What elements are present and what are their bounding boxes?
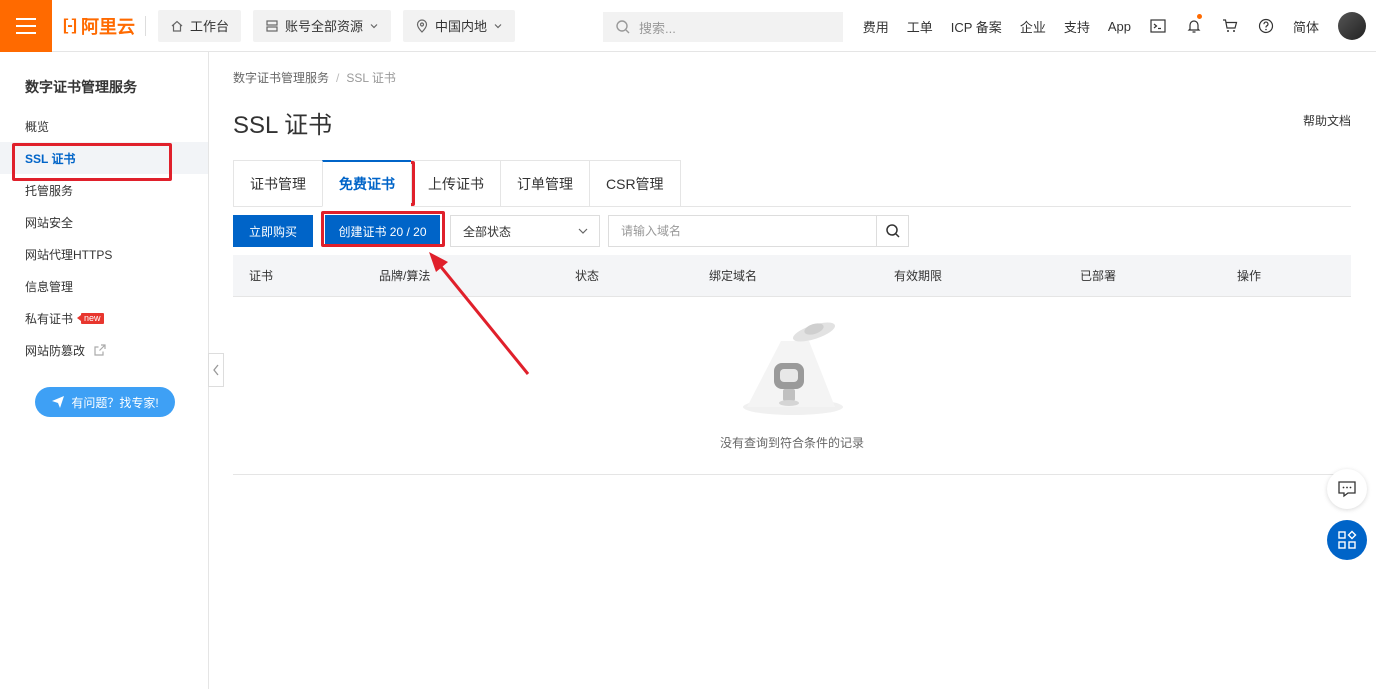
nav-link-support[interactable]: 支持 bbox=[1055, 17, 1099, 36]
account-resources-label: 账号全部资源 bbox=[285, 19, 364, 34]
ask-expert-label: 有问题？找专家! bbox=[71, 395, 159, 410]
help-button[interactable] bbox=[1248, 0, 1284, 52]
nav-link-enterprise[interactable]: 企业 bbox=[1011, 17, 1055, 36]
sidebar-item-label: 私有证书 bbox=[25, 311, 74, 326]
aliyun-logo-icon: [-] bbox=[63, 16, 77, 34]
empty-state-message: 没有查询到符合条件的记录 bbox=[719, 436, 864, 450]
status-filter-value: 全部状态 bbox=[463, 224, 512, 239]
top-nav-right: 费用 工单 ICP 备案 企业 支持 App 简体 bbox=[854, 0, 1366, 52]
workbench-button[interactable]: 工作台 bbox=[157, 9, 241, 42]
domain-search-button[interactable] bbox=[876, 215, 909, 247]
status-filter-select[interactable]: 全部状态 bbox=[450, 215, 600, 247]
sidebar-item-label: 网站安全 bbox=[25, 215, 74, 230]
sidebar-item-label: 托管服务 bbox=[25, 183, 74, 198]
column-header-deployed: 已部署 bbox=[1080, 269, 1117, 283]
region-label: 中国内地 bbox=[435, 19, 488, 34]
sidebar-item-overview[interactable]: 概览 bbox=[0, 110, 208, 142]
nav-link-ticket[interactable]: 工单 bbox=[898, 17, 942, 36]
workbench-label: 工作台 bbox=[189, 19, 229, 34]
home-icon bbox=[171, 20, 183, 32]
column-header-bound-domain: 绑定域名 bbox=[709, 269, 758, 283]
sidebar-item-ssl-certificate[interactable]: SSL 证书 bbox=[0, 142, 208, 174]
region-dropdown[interactable]: 中国内地 bbox=[403, 9, 516, 42]
page-title: SSL 证书 bbox=[233, 112, 333, 139]
sidebar-item-proxy-https[interactable]: 网站代理HTTPS bbox=[0, 238, 208, 270]
ask-expert-button[interactable]: 有问题？找专家! bbox=[35, 387, 175, 417]
buy-now-button[interactable]: 立即购买 bbox=[233, 215, 313, 247]
empty-state: 没有查询到符合条件的记录 bbox=[233, 297, 1351, 475]
chevron-down-icon bbox=[370, 23, 378, 28]
nav-link-app[interactable]: App bbox=[1099, 19, 1140, 34]
breadcrumb-separator: / bbox=[336, 71, 340, 85]
terminal-icon bbox=[1150, 19, 1166, 33]
paper-plane-icon bbox=[52, 396, 65, 408]
column-header-actions: 操作 bbox=[1237, 269, 1262, 283]
notification-dot bbox=[1196, 14, 1202, 19]
server-icon bbox=[266, 19, 278, 32]
sidebar-collapse-button[interactable] bbox=[208, 353, 224, 387]
column-header-status: 状态 bbox=[575, 269, 600, 283]
brand-logo[interactable]: [-] 阿里云 bbox=[63, 13, 135, 39]
global-search-input[interactable]: 搜索... bbox=[603, 12, 843, 42]
sidebar-item-tamper-protection[interactable]: 网站防篡改 bbox=[0, 334, 208, 366]
sidebar-title: 数字证书管理服务 bbox=[25, 79, 137, 95]
notifications-button[interactable] bbox=[1176, 0, 1212, 52]
new-badge: new bbox=[77, 312, 104, 324]
chevron-down-icon bbox=[578, 228, 588, 234]
create-certificate-button[interactable]: 创建证书 20 / 20 bbox=[325, 215, 440, 247]
column-header-certificate: 证书 bbox=[249, 269, 274, 283]
apps-grid-icon bbox=[1338, 530, 1357, 549]
breadcrumb: 数字证书管理服务 / SSL 证书 bbox=[233, 69, 396, 86]
search-icon bbox=[885, 224, 900, 238]
sidebar-item-label: SSL 证书 bbox=[25, 151, 76, 166]
domain-search-input[interactable] bbox=[608, 215, 876, 247]
search-placeholder: 搜索... bbox=[639, 20, 676, 36]
column-header-validity: 有效期限 bbox=[894, 269, 943, 283]
hamburger-menu-button[interactable] bbox=[0, 0, 52, 52]
question-circle-icon bbox=[1258, 18, 1274, 34]
external-link-icon bbox=[94, 344, 106, 356]
language-switch[interactable]: 简体 bbox=[1284, 17, 1328, 36]
cart-button[interactable] bbox=[1212, 0, 1248, 52]
tab-csr-management[interactable]: CSR管理 bbox=[589, 160, 681, 207]
chat-bubble-icon bbox=[1338, 481, 1356, 498]
divider bbox=[144, 15, 146, 36]
sidebar-item-private-certificate[interactable]: 私有证书 new bbox=[0, 302, 208, 334]
sidebar-item-label: 网站代理HTTPS bbox=[25, 247, 113, 262]
avatar[interactable] bbox=[1338, 12, 1366, 40]
apps-float-button[interactable] bbox=[1327, 520, 1367, 560]
sidebar-item-label: 信息管理 bbox=[25, 279, 74, 294]
tab-free-certificate[interactable]: 免费证书 bbox=[322, 160, 411, 207]
sidebar-item-hosting[interactable]: 托管服务 bbox=[0, 174, 208, 206]
breadcrumb-item[interactable]: 数字证书管理服务 bbox=[233, 71, 329, 85]
chat-float-button[interactable] bbox=[1327, 469, 1367, 509]
nav-link-icp[interactable]: ICP 备案 bbox=[942, 17, 1011, 36]
sidebar: 数字证书管理服务 概览 SSL 证书 托管服务 网站安全 网站代理HTTPS 信… bbox=[0, 52, 209, 689]
tab-upload-certificate[interactable]: 上传证书 bbox=[411, 160, 500, 207]
brand-name: 阿里云 bbox=[80, 16, 135, 37]
sidebar-item-label: 网站防篡改 bbox=[25, 343, 86, 358]
sidebar-item-website-security[interactable]: 网站安全 bbox=[0, 206, 208, 238]
tab-certificate-management[interactable]: 证书管理 bbox=[233, 160, 322, 207]
chevron-down-icon bbox=[494, 23, 502, 28]
chevron-left-icon bbox=[213, 364, 219, 376]
cloud-shell-button[interactable] bbox=[1140, 0, 1176, 52]
search-icon bbox=[616, 20, 630, 34]
cart-icon bbox=[1222, 19, 1238, 32]
breadcrumb-current: SSL 证书 bbox=[346, 71, 396, 85]
help-doc-link[interactable]: 帮助文档 bbox=[1303, 112, 1351, 129]
nav-link-billing[interactable]: 费用 bbox=[854, 17, 898, 36]
column-header-brand-algorithm: 品牌/算法 bbox=[379, 269, 431, 283]
bell-icon bbox=[1187, 20, 1201, 33]
sidebar-item-info-management[interactable]: 信息管理 bbox=[0, 270, 208, 302]
sidebar-item-label: 概览 bbox=[25, 119, 50, 134]
table-header: 证书 品牌/算法 状态 绑定域名 有效期限 已部署 操作 bbox=[233, 255, 1351, 297]
location-pin-icon bbox=[416, 18, 428, 33]
account-resources-dropdown[interactable]: 账号全部资源 bbox=[253, 9, 392, 42]
empty-ufo-illustration bbox=[743, 322, 843, 415]
tab-bar: 证书管理 免费证书 上传证书 订单管理 CSR管理 bbox=[233, 160, 681, 207]
tab-order-management[interactable]: 订单管理 bbox=[500, 160, 589, 207]
